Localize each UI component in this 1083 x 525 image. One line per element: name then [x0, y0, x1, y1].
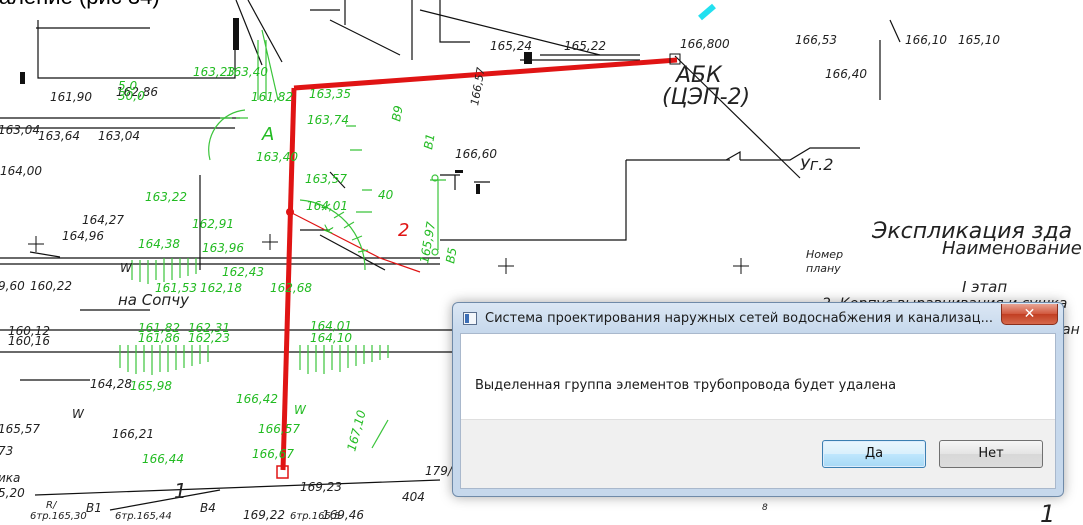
cad-green-label: 164,01	[306, 199, 348, 213]
cad-green-label: 162,91	[192, 217, 234, 231]
cad-green-label: 163,74	[307, 113, 349, 127]
cad-green-label: 163,57	[305, 172, 347, 186]
cad-label: 163,04	[0, 123, 40, 137]
cad-label: 164,27	[82, 213, 124, 227]
cad-label: 6тр.165,44	[115, 511, 172, 522]
cad-label: 163,04	[98, 129, 140, 143]
pipe-marker: 2	[398, 220, 409, 241]
cad-green-label: 166,44	[142, 452, 184, 466]
confirm-delete-dialog: Система проектирования наружных сетей во…	[452, 302, 1064, 497]
cad-label: 164,96	[62, 229, 104, 243]
cad-green-label: 30,0	[118, 89, 145, 103]
cad-label: 166,21	[112, 427, 154, 441]
cad-green-label: 163,40	[256, 150, 298, 164]
sheet-mark: 1	[174, 479, 187, 503]
cad-green-label: 161,86	[138, 331, 180, 345]
cad-green-label: 164,38	[138, 237, 180, 251]
cad-label: 166,53	[795, 33, 837, 47]
cad-green-label: 163,35	[309, 87, 351, 101]
cad-label: B4	[200, 501, 216, 515]
cad-label: 160,16	[8, 334, 50, 348]
cad-label: 9,60	[0, 279, 25, 293]
cad-green-label: B1	[421, 132, 438, 150]
cad-green-label: B9	[389, 104, 406, 122]
cad-green-label: 164,10	[310, 331, 352, 345]
cad-label: 169,46	[322, 508, 364, 522]
cad-label: 166,57	[468, 66, 487, 106]
cad-label: 160,22	[30, 279, 72, 293]
cad-green-label: A	[261, 124, 274, 145]
dialog-body: Выделенная группа элементов трубопровода…	[460, 333, 1056, 489]
cad-label: 165,10	[958, 33, 1000, 47]
dialog-titlebar[interactable]: Система проектирования наружных сетей во…	[453, 303, 1063, 333]
cad-green-label: 40	[378, 188, 394, 202]
cad-label: 73	[0, 444, 13, 458]
explication-col-num: Номер	[806, 248, 843, 261]
explication-stage: I этап	[962, 278, 1007, 296]
cad-symbols	[20, 18, 532, 194]
cad-label: 166,800	[680, 37, 730, 51]
cad-label: 166,40	[825, 67, 867, 81]
explication-col-num: плану	[806, 262, 841, 275]
cad-green-label: 162,23	[188, 331, 230, 345]
cad-green-label: 166,57	[258, 422, 300, 436]
dialog-button-bar: Да Нет	[461, 419, 1055, 488]
yes-button[interactable]: Да	[822, 440, 926, 468]
cad-green-label: 161,82	[251, 90, 293, 104]
no-button[interactable]: Нет	[939, 440, 1043, 468]
cad-label: 404	[402, 490, 425, 504]
cad-label: 161,90	[50, 90, 92, 104]
cad-label: 164,00	[0, 164, 42, 178]
node-label: Уг.2	[800, 155, 833, 174]
explication-item-tail: ан	[1062, 322, 1080, 338]
cad-label: W	[120, 261, 133, 275]
cad-green-label: 162,18	[200, 281, 242, 295]
cad-label: 165,22	[564, 39, 606, 53]
app-window-icon	[463, 312, 477, 325]
cad-green-label: 166,42	[236, 392, 278, 406]
cad-label: 166,60	[455, 147, 497, 161]
cad-label: 163,64	[38, 129, 80, 143]
dialog-title: Система проектирования наружных сетей во…	[485, 311, 994, 326]
slide-title: даление (рис 34)	[0, 0, 160, 10]
cad-green-label: 167,10	[344, 408, 368, 453]
cad-label: W	[72, 407, 85, 421]
cad-green-label: 166,67	[252, 447, 294, 461]
cad-green-label: 163,40	[226, 65, 268, 79]
cad-label: 8	[762, 503, 768, 513]
cad-label: 165,57	[0, 422, 40, 436]
cad-label: 169,22	[243, 508, 285, 522]
dialog-message: Выделенная группа элементов трубопровода…	[475, 378, 897, 393]
cad-green-label: 162,43	[222, 265, 264, 279]
cad-label: 5,20	[0, 486, 25, 500]
cad-green-label: W	[294, 403, 307, 417]
cad-green-label: B5	[443, 246, 460, 264]
close-button[interactable]: ✕	[1001, 304, 1058, 325]
cad-crosshairs	[28, 234, 749, 274]
cad-green-label: 163,96	[202, 241, 244, 255]
cad-green-label: 165,98	[130, 379, 172, 393]
cad-label: B1	[86, 501, 102, 515]
cad-label: 166,10	[905, 33, 947, 47]
explication-col-name: Наименование	[942, 238, 1082, 259]
cad-green-label: 162,68	[270, 281, 312, 295]
sheet-mark: 1	[1040, 500, 1055, 525]
cad-label: 165,24	[490, 39, 532, 53]
cad-label: ика	[0, 471, 20, 485]
cad-label: 169,23	[300, 480, 342, 494]
cad-green-label: K	[321, 223, 336, 234]
cyan-marker	[698, 3, 716, 21]
cad-label: 6тр.165,30	[30, 511, 87, 522]
cad-label: 164,28	[90, 377, 132, 391]
cad-label: R/	[46, 500, 58, 511]
cad-green-label: 163,22	[145, 190, 187, 204]
building-sublabel: (ЦЭП-2)	[662, 85, 750, 110]
cad-green-label: 161,53	[155, 281, 197, 295]
